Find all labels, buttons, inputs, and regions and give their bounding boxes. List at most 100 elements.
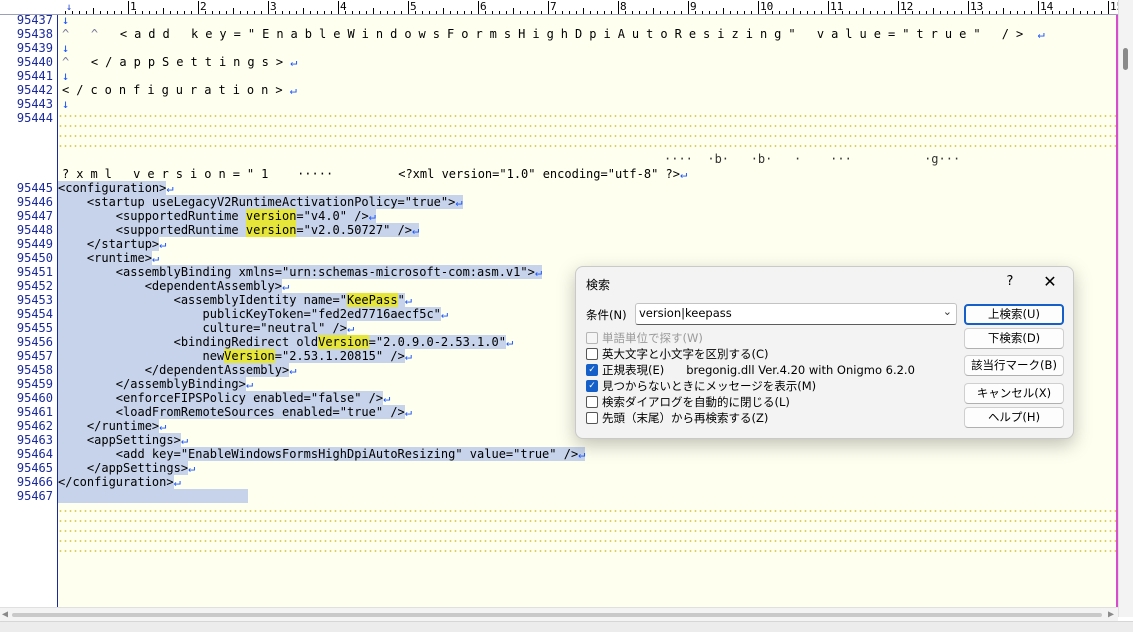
checkbox-label: 見つからないときにメッセージを表示(M) [602, 378, 817, 393]
ruler-minor-tick [170, 11, 171, 14]
line-number: 95437 [16, 13, 53, 27]
code-text: </configuration> [62, 83, 290, 97]
code-text: </startup> [58, 237, 160, 251]
ruler-minor-tick [359, 11, 360, 14]
ruler-minor-tick [891, 11, 892, 14]
line-end-icon: ↵ [159, 237, 167, 251]
editor-line: ^ </appSettings>↵ [62, 55, 297, 69]
cancel-button[interactable]: キャンセル(X) [964, 383, 1064, 404]
help-button[interactable]: ヘルプ(H) [964, 407, 1064, 428]
ruler-minor-tick [275, 11, 276, 14]
ruler-tick [618, 1, 619, 14]
ruler-minor-tick [1031, 11, 1032, 14]
line-number: 95441 [16, 69, 53, 83]
ruler-minor-tick [681, 11, 682, 14]
ruler-minor-tick [933, 8, 934, 14]
search-input[interactable] [639, 305, 929, 321]
ruler-minor-tick [793, 8, 794, 14]
auto-close-checkbox[interactable]: 検索ダイアログを自動的に閉じる(L) [586, 394, 790, 409]
ruler-minor-tick [842, 11, 843, 14]
binary-noise-row [58, 135, 1116, 137]
ruler-tick [478, 1, 479, 14]
tab-marker: ^ [90, 27, 99, 41]
ruler-minor-tick [877, 11, 878, 14]
code-text: publicKeyToken="fed2ed7716aecf5c" [58, 307, 441, 321]
code-text: <dependentAssembly> [58, 279, 282, 293]
checkbox-box[interactable] [586, 395, 598, 408]
checkbox-label: 単語単位で探す(W) [602, 330, 703, 345]
line-number: 95440 [16, 55, 53, 69]
ruler-minor-tick [254, 11, 255, 14]
vertical-scroll-thumb[interactable] [1123, 48, 1128, 70]
line-number: 95459 [16, 377, 53, 391]
word-unit-checkbox[interactable]: 単語単位で探す(W) [586, 330, 703, 345]
search-condition-combobox[interactable]: ⌄ [635, 303, 957, 325]
line-end-icon: ↵ [289, 363, 297, 377]
ruler-minor-tick [142, 11, 143, 14]
line-number: 95467 [16, 489, 53, 503]
code-text: <add key="EnableWindowsFormsHighDpiAutoR… [58, 447, 579, 461]
ruler-minor-tick [744, 11, 745, 14]
ruler-tick [688, 1, 689, 14]
checkbox-label: 正規表現(E) [602, 362, 665, 377]
check-icon[interactable]: ✓ [586, 363, 598, 376]
line-number: 95455 [16, 321, 53, 335]
line-number: 95465 [16, 461, 53, 475]
line-end-icon: ↵ [368, 209, 376, 223]
scroll-left-icon[interactable]: ◀ [2, 609, 8, 620]
regex-checkbox[interactable]: ✓ 正規表現(E) bregonig.dll Ver.4.20 with Onigm… [586, 362, 915, 377]
vertical-scrollbar[interactable] [1118, 0, 1133, 617]
line-number: 95449 [16, 237, 53, 251]
binary-noise-row [58, 520, 1116, 522]
find-next-button[interactable]: 下検索(D) [964, 328, 1064, 349]
line-end-icon: ↵ [412, 223, 420, 237]
binary-noise-text: ····· [297, 167, 334, 181]
help-icon[interactable]: ? [1000, 272, 1020, 292]
scroll-right-icon[interactable]: ▶ [1108, 609, 1114, 620]
checkbox-box[interactable] [586, 411, 598, 424]
ruler-minor-tick [149, 11, 150, 14]
checkbox-box[interactable] [586, 347, 598, 360]
line-end-icon: ↵ [404, 405, 413, 419]
ruler-tick [338, 1, 339, 14]
code-text: <supportedRuntime [58, 209, 246, 223]
close-icon[interactable]: ✕ [1040, 272, 1060, 292]
search-match: version [245, 209, 297, 223]
horizontal-scroll-thumb[interactable] [12, 613, 1102, 617]
chevron-down-icon[interactable]: ⌄ [943, 305, 952, 318]
code-text: ?xml version="1 [62, 167, 276, 181]
ruler-minor-tick [541, 11, 542, 14]
ruler-tick [408, 1, 409, 14]
ruler-minor-tick [443, 8, 444, 14]
ruler-minor-tick [569, 11, 570, 14]
editor-line: </appSettings>↵ [58, 461, 195, 475]
tab-marker: ^ [62, 27, 70, 41]
ruler-minor-tick [1066, 11, 1067, 14]
binary-noise-row [58, 550, 1116, 552]
code-text: </runtime> [58, 419, 160, 433]
ruler-tick [828, 1, 829, 14]
ruler-minor-tick [912, 11, 913, 14]
mark-all-button[interactable]: 該当行マーク(B) [964, 355, 1064, 376]
notify-not-found-checkbox[interactable]: ✓ 見つからないときにメッセージを表示(M) [586, 378, 816, 393]
ruler-minor-tick [205, 11, 206, 14]
wrap-search-checkbox[interactable]: 先頭（末尾）から再検索する(Z) [586, 410, 768, 425]
check-icon[interactable]: ✓ [586, 379, 598, 392]
checkbox-box[interactable] [586, 331, 598, 344]
ruler-minor-tick [772, 11, 773, 14]
ruler-minor-tick [100, 11, 101, 14]
ruler-minor-tick [674, 11, 675, 14]
ruler-tick [968, 1, 969, 14]
editor-line: </assemblyBinding>↵ [58, 377, 253, 391]
newline-arrow-icon: ↓ [62, 41, 70, 55]
match-case-checkbox[interactable]: 英大文字と小文字を区別する(C) [586, 346, 769, 361]
editor-line: </configuration>↵ [62, 83, 297, 97]
ruler-minor-tick [296, 11, 297, 14]
editor-line: <assemblyBinding xmlns="urn:schemas-micr… [58, 265, 543, 279]
ruler-minor-tick [450, 11, 451, 14]
ruler-minor-tick [72, 11, 73, 14]
horizontal-scrollbar[interactable]: ◀ ▶ [0, 607, 1118, 622]
ruler-minor-tick [506, 11, 507, 14]
ruler-minor-tick [289, 11, 290, 14]
find-prev-button[interactable]: 上検索(U) [964, 304, 1064, 325]
